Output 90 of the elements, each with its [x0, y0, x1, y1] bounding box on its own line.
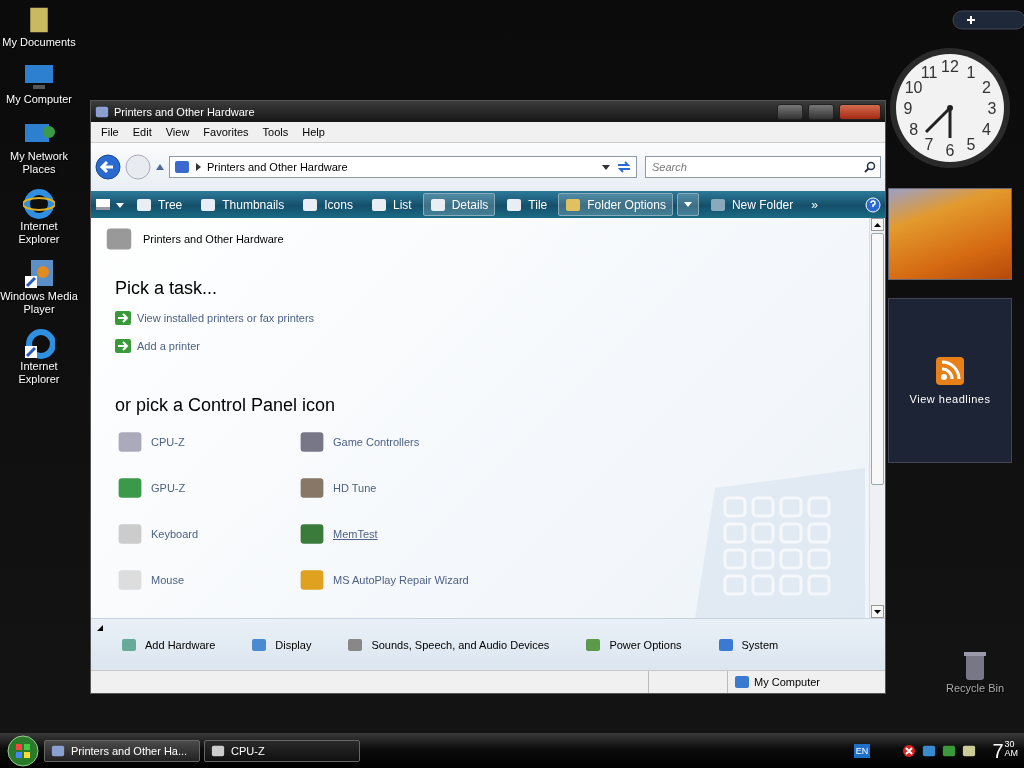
clock-numeral: 12	[941, 58, 959, 75]
menu-item[interactable]: File	[95, 126, 127, 138]
chevron-icon	[196, 163, 201, 171]
clock-numeral: 6	[945, 142, 955, 159]
scrollbar[interactable]	[869, 218, 885, 618]
help-icon[interactable]	[865, 196, 881, 213]
section-header: Printers and Other Hardware	[143, 233, 284, 245]
control-panel-link[interactable]: Keyboard	[113, 520, 295, 548]
desktop-icon-label[interactable]: Windows Media Player	[0, 290, 78, 316]
desktop-icon-label[interactable]: My Documents	[2, 36, 76, 49]
browser-shortcut-icon	[23, 328, 55, 360]
address-path: Printers and Other Hardware	[207, 161, 349, 173]
folder-options-button[interactable]: Folder Options	[558, 193, 673, 216]
clock-numeral: 11	[920, 63, 938, 81]
clock-numeral: 9	[903, 100, 913, 117]
search-input[interactable]: Search	[650, 160, 864, 174]
control-panel-link[interactable]: GPU-Z	[113, 474, 295, 502]
see-also-link[interactable]: System	[717, 636, 779, 653]
address-bar[interactable]: Printers and Other Hardware	[169, 156, 637, 178]
control-panel-link[interactable]: MS AutoPlay Repair Wizard	[295, 566, 515, 594]
collapse-arrow-icon[interactable]	[97, 625, 103, 631]
up-arrow-icon[interactable]	[155, 163, 165, 171]
view-button[interactable]: Thumbnails	[193, 193, 292, 216]
start-button[interactable]	[6, 734, 40, 767]
search-field[interactable]: Search	[645, 156, 881, 178]
view-button[interactable]: Details	[422, 193, 496, 216]
see-also-link[interactable]: Power Options	[585, 636, 682, 653]
window-title: Printers and Other Hardware	[114, 105, 256, 118]
control-panel-link[interactable]: CPU-Z	[113, 428, 295, 456]
close-button[interactable]	[839, 103, 881, 120]
clock-numeral: 8	[909, 121, 919, 138]
security-alert-icon[interactable]	[902, 743, 917, 758]
clock-numeral: 4	[981, 121, 991, 138]
more-button[interactable]: »	[804, 193, 825, 216]
scroll-up-icon[interactable]	[874, 222, 881, 227]
desktop-icon-label[interactable]: Recycle Bin	[945, 682, 1005, 695]
recycle-bin-icon	[961, 650, 989, 682]
view-button[interactable]: Icons	[295, 193, 360, 216]
feed-text[interactable]: View headlines	[909, 392, 991, 405]
new-folder-button[interactable]: New Folder	[702, 193, 801, 216]
section-heading: or pick a Control Panel icon	[115, 395, 337, 416]
caret-icon	[683, 202, 692, 207]
arrow-icon	[115, 339, 131, 353]
maximize-button[interactable]	[808, 103, 834, 120]
minimize-button[interactable]	[777, 103, 803, 120]
scroll-down-icon[interactable]	[874, 609, 881, 614]
desktop-icon-label[interactable]: My Network Places	[0, 150, 78, 176]
menu-item[interactable]: View	[159, 126, 198, 138]
dropdown-button[interactable]	[676, 193, 699, 216]
taskbar-button[interactable]: Printers and Other Ha...	[44, 739, 200, 762]
clock-hands	[924, 105, 953, 138]
see-also-link[interactable]: Display	[251, 636, 312, 653]
task-link[interactable]: View installed printers or fax printers	[115, 311, 857, 325]
see-also-link[interactable]: Add Hardware	[121, 636, 216, 653]
status-text: My Computer	[727, 671, 875, 693]
menu-item[interactable]: Edit	[126, 126, 160, 138]
layout-icon[interactable]	[95, 196, 125, 213]
control-panel-link[interactable]: Mouse	[113, 566, 295, 594]
menu-item[interactable]: Help	[296, 126, 333, 138]
view-button[interactable]: List	[363, 193, 419, 216]
scroll-thumb[interactable]	[871, 233, 884, 485]
control-panel-link[interactable]: HD Tune	[295, 474, 515, 502]
view-button[interactable]: Tree	[129, 193, 190, 216]
dropdown-arrow-icon[interactable]	[602, 164, 610, 170]
control-panel-link[interactable]: MemTest	[295, 520, 515, 548]
clock-numeral: 7	[924, 136, 934, 154]
media-player-icon	[23, 258, 55, 290]
task-link[interactable]: Add a printer	[115, 339, 857, 353]
menu-item[interactable]: Favorites	[197, 126, 257, 138]
taskbar-button[interactable]: CPU-Z	[204, 739, 360, 762]
clock-numeral: 3	[987, 100, 997, 117]
section-heading: Pick a task...	[115, 278, 219, 299]
refresh-icon[interactable]	[616, 160, 632, 174]
desktop-icon-label[interactable]: Internet Explorer	[0, 360, 78, 386]
clock-numeral: 10	[904, 79, 923, 96]
control-panel-link[interactable]: Game Controllers	[295, 428, 515, 456]
clock-numeral: 5	[966, 136, 976, 154]
browser-icon	[23, 188, 55, 220]
language-indicator[interactable]: EN	[853, 743, 871, 758]
rss-icon[interactable]	[936, 356, 964, 385]
desktop-icon-label[interactable]: Internet Explorer	[0, 220, 78, 246]
clock-numeral: 2	[981, 79, 991, 96]
arrow-icon	[115, 311, 131, 325]
menu-item[interactable]: Tools	[256, 126, 297, 138]
see-also-link[interactable]: Sounds, Speech, and Audio Devices	[347, 636, 550, 653]
search-icon[interactable]	[864, 161, 876, 173]
back-button[interactable]	[95, 154, 121, 180]
view-button[interactable]: Tile	[499, 193, 555, 216]
desktop-icon-label[interactable]: My Computer	[6, 93, 72, 106]
clock-numeral: 1	[966, 63, 976, 81]
